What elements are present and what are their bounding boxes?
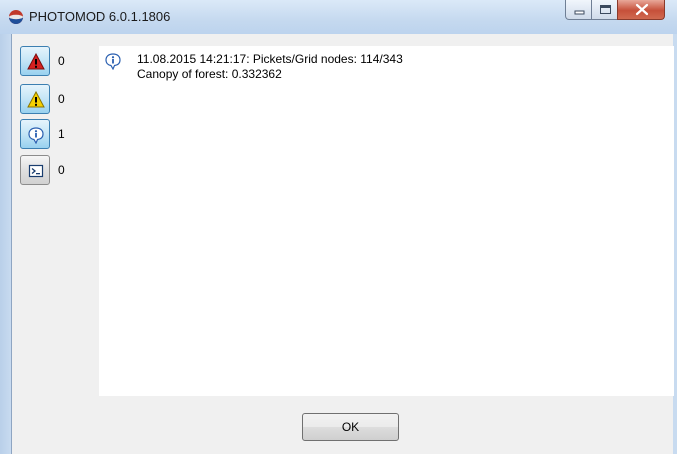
message-window: PHOTOMOD 6.0.1.1806 0 0 1 0 11.08.2015 1… (0, 0, 677, 454)
filter-row-errors: 0 (20, 46, 90, 76)
error-count: 0 (58, 54, 65, 68)
log-list[interactable]: 11.08.2015 14:21:17: Pickets/Grid nodes:… (99, 46, 674, 396)
error-icon (27, 53, 45, 70)
title-bar[interactable]: PHOTOMOD 6.0.1.1806 (0, 0, 677, 35)
client-area: 0 0 1 0 11.08.2015 14:21:17: Pickets/Gri… (11, 34, 674, 454)
ok-button[interactable]: OK (302, 413, 399, 441)
close-icon (635, 3, 649, 16)
filter-row-console: 0 (20, 155, 90, 185)
warning-count: 0 (58, 92, 65, 106)
warning-icon (27, 91, 45, 108)
info-icon (105, 53, 121, 70)
maximize-button[interactable] (591, 0, 618, 20)
minimize-icon (574, 10, 585, 15)
console-filter-button[interactable] (20, 155, 50, 185)
minimize-button[interactable] (565, 0, 592, 20)
maximize-icon (600, 5, 611, 14)
log-message-line-2: Canopy of forest: 0.332362 (137, 67, 282, 81)
info-icon (28, 127, 44, 144)
log-message-line-1: 11.08.2015 14:21:17: Pickets/Grid nodes:… (137, 52, 403, 66)
window-title: PHOTOMOD 6.0.1.1806 (29, 9, 171, 24)
filter-panel: 0 0 1 0 (12, 34, 98, 396)
error-filter-button[interactable] (20, 46, 50, 76)
info-filter-button[interactable] (20, 119, 50, 149)
console-icon (28, 164, 44, 178)
close-button[interactable] (617, 0, 665, 20)
warning-filter-button[interactable] (20, 84, 50, 114)
filter-row-info: 1 (20, 119, 90, 149)
filter-row-warnings: 0 (20, 84, 90, 114)
window-controls (565, 0, 677, 22)
window-frame-left (0, 34, 11, 454)
info-count: 1 (58, 127, 65, 141)
console-count: 0 (58, 163, 65, 177)
photomod-logo-icon (9, 10, 23, 24)
